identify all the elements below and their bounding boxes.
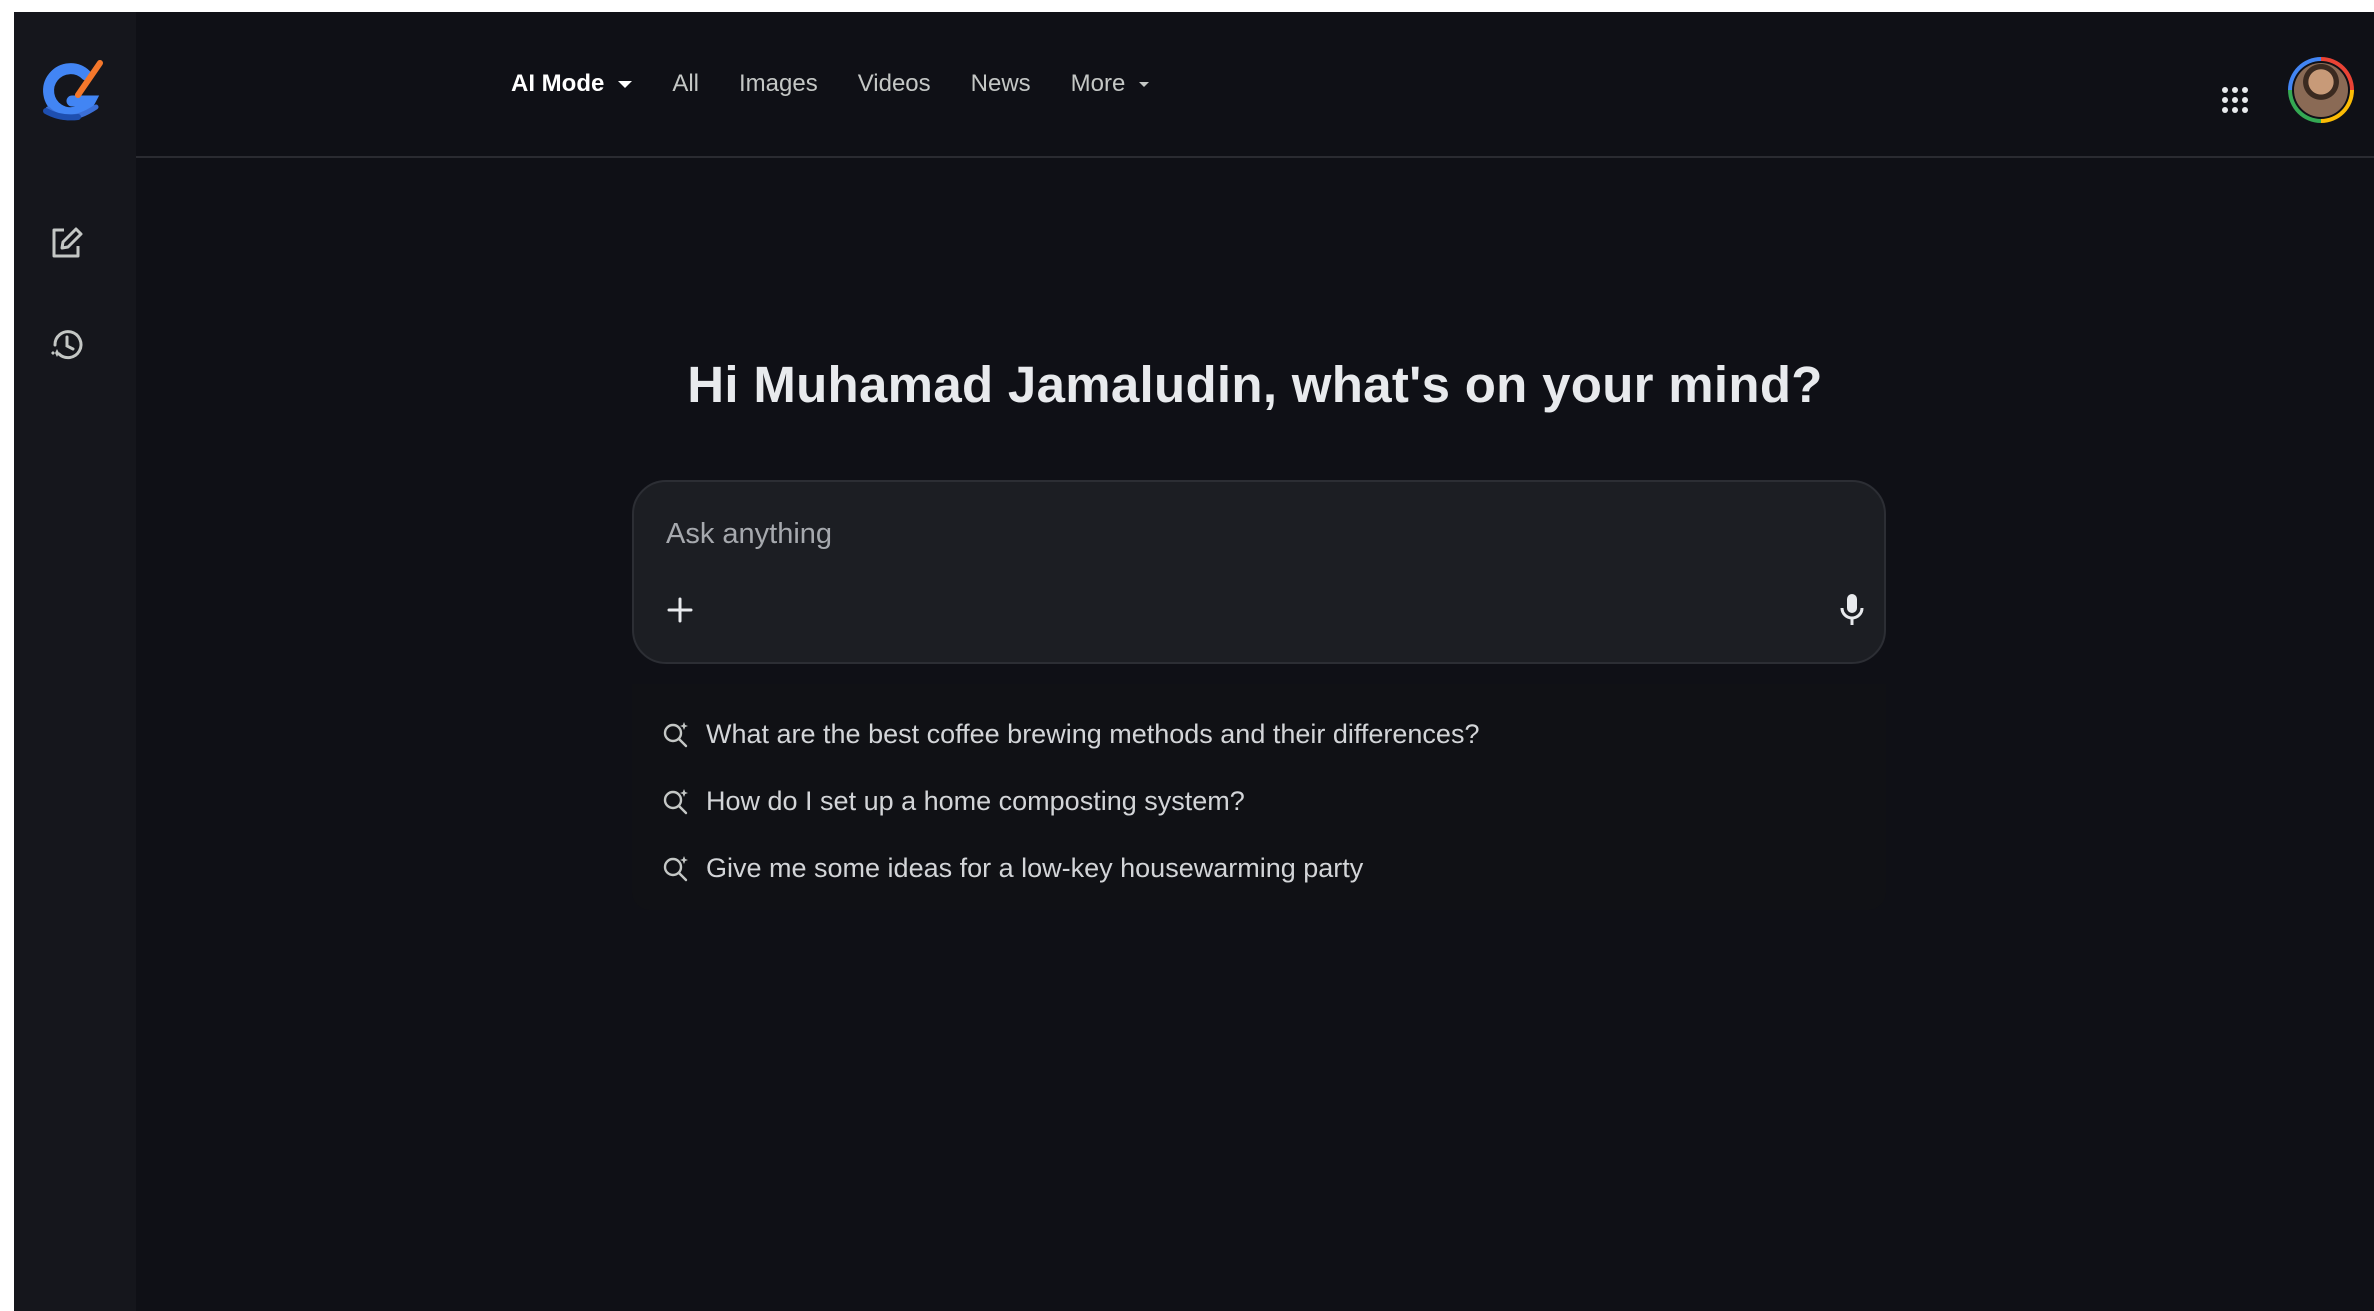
tab-videos-label: Videos bbox=[857, 70, 931, 97]
tab-videos[interactable]: Videos bbox=[858, 70, 931, 98]
microphone-icon bbox=[1840, 594, 1864, 625]
tab-news-label: News bbox=[970, 70, 1031, 97]
history-button[interactable] bbox=[43, 321, 91, 369]
search-mode-tabs: AI Mode All Images Videos News More bbox=[511, 12, 1150, 156]
tab-ai-mode[interactable]: AI Mode bbox=[511, 70, 633, 98]
ai-search-icon bbox=[663, 722, 688, 748]
search-box bbox=[632, 480, 1886, 664]
tab-all-label: All bbox=[672, 70, 699, 97]
account-avatar[interactable] bbox=[2288, 57, 2354, 123]
tab-images[interactable]: Images bbox=[739, 70, 818, 98]
tab-ai-mode-label: AI Mode bbox=[511, 70, 605, 97]
ai-search-icon bbox=[663, 856, 688, 882]
suggestion-text: How do I set up a home composting system… bbox=[706, 785, 1245, 816]
suggestions-list: What are the best coffee brewing methods… bbox=[632, 684, 1886, 910]
chevron-down-icon bbox=[618, 80, 633, 88]
google-logo-icon[interactable] bbox=[38, 57, 104, 129]
search-input[interactable] bbox=[664, 510, 1818, 558]
new-chat-button[interactable] bbox=[43, 219, 91, 267]
suggestion-item[interactable]: Give me some ideas for a low-key housewa… bbox=[662, 840, 1363, 896]
ai-search-icon bbox=[663, 789, 688, 815]
chevron-down-icon bbox=[1139, 81, 1150, 87]
history-icon bbox=[51, 330, 83, 360]
avatar-ring-inner bbox=[2292, 61, 2350, 119]
suggestion-item[interactable]: How do I set up a home composting system… bbox=[662, 773, 1245, 829]
tab-news[interactable]: News bbox=[971, 70, 1031, 98]
suggestion-text: What are the best coffee brewing methods… bbox=[706, 718, 1480, 749]
avatar-photo bbox=[2294, 63, 2348, 117]
suggestion-text: Give me some ideas for a low-key housewa… bbox=[706, 852, 1364, 883]
apps-button[interactable] bbox=[2213, 78, 2257, 122]
tab-more-label: More bbox=[1070, 70, 1126, 97]
suggestion-item[interactable]: What are the best coffee brewing methods… bbox=[662, 706, 1479, 762]
voice-search-button[interactable] bbox=[1828, 586, 1876, 634]
tab-all[interactable]: All bbox=[672, 70, 699, 98]
tab-images-label: Images bbox=[739, 70, 818, 97]
apps-grid-icon bbox=[2222, 87, 2248, 113]
sidebar bbox=[14, 12, 136, 1311]
plus-icon bbox=[667, 597, 693, 623]
new-chat-icon bbox=[52, 227, 83, 258]
page-greeting: Hi Muhamad Jamaludin, what's on your min… bbox=[687, 356, 1823, 413]
add-attachment-button[interactable] bbox=[656, 586, 704, 634]
tab-more[interactable]: More bbox=[1071, 70, 1150, 98]
app-window: AI Mode All Images Videos News More Hi M… bbox=[14, 12, 2374, 1311]
top-navigation-bar: AI Mode All Images Videos News More bbox=[136, 12, 2374, 158]
